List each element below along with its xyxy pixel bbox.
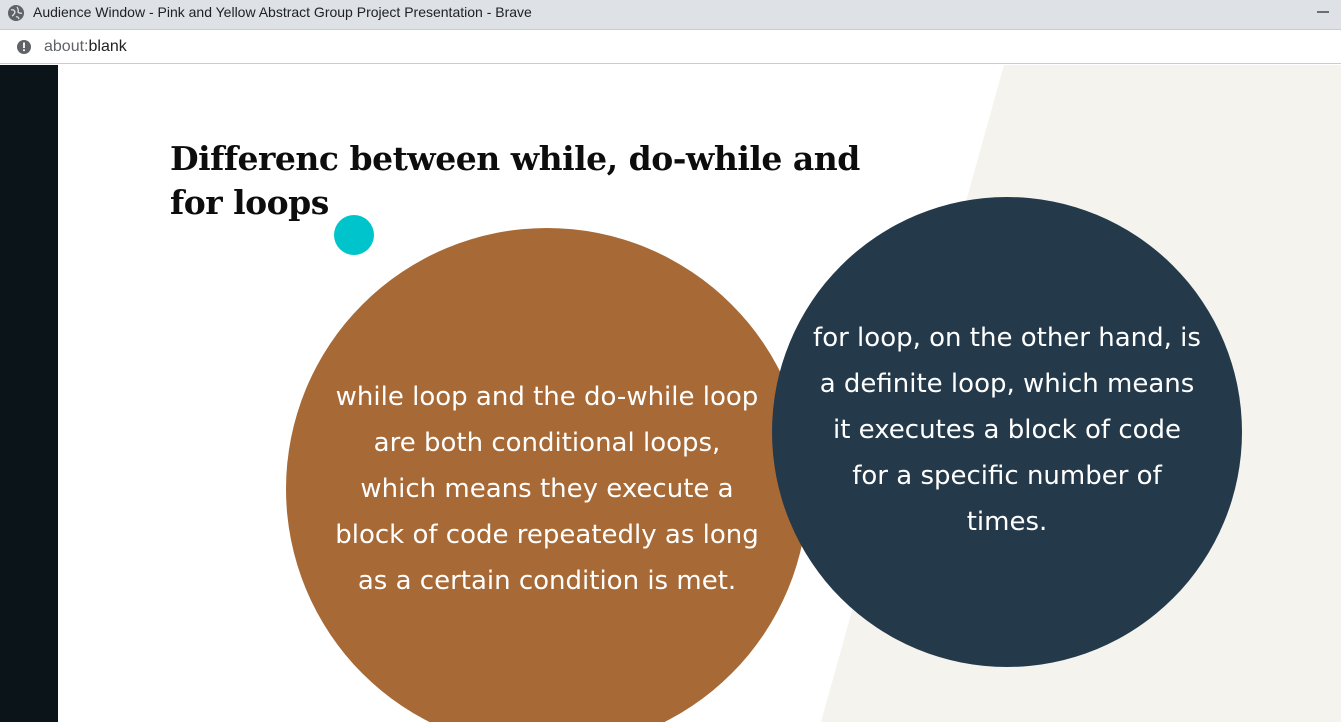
- minimize-icon[interactable]: [1315, 4, 1331, 20]
- globe-icon: [8, 5, 24, 21]
- window-title: Audience Window - Pink and Yellow Abstra…: [33, 4, 532, 20]
- for-loop-circle: for loop, on the other hand, is a defini…: [772, 197, 1242, 667]
- laser-pointer-dot: [334, 215, 374, 255]
- page-viewport: Differenc between while, do-while and for…: [0, 65, 1341, 722]
- slide-title-line2: for loops: [170, 183, 329, 222]
- url-scheme: about:: [44, 38, 89, 55]
- info-icon[interactable]: [16, 39, 32, 55]
- url-path: blank: [88, 38, 127, 55]
- while-loop-description: while loop and the do-while loop are bot…: [335, 382, 759, 596]
- while-loop-circle: while loop and the do-while loop are bot…: [286, 228, 808, 722]
- url-text[interactable]: about:blank: [44, 38, 127, 56]
- slide-title-line1: Differenc between while, do-while and: [170, 139, 860, 178]
- window-title-bar: Audience Window - Pink and Yellow Abstra…: [0, 0, 1341, 30]
- slide-title: Differenc between while, do-while and for…: [170, 137, 930, 225]
- address-bar[interactable]: about:blank: [0, 30, 1341, 64]
- presentation-slide: Differenc between while, do-while and for…: [58, 65, 1341, 722]
- for-loop-description: for loop, on the other hand, is a defini…: [813, 323, 1201, 537]
- side-panel-strip: [0, 65, 58, 722]
